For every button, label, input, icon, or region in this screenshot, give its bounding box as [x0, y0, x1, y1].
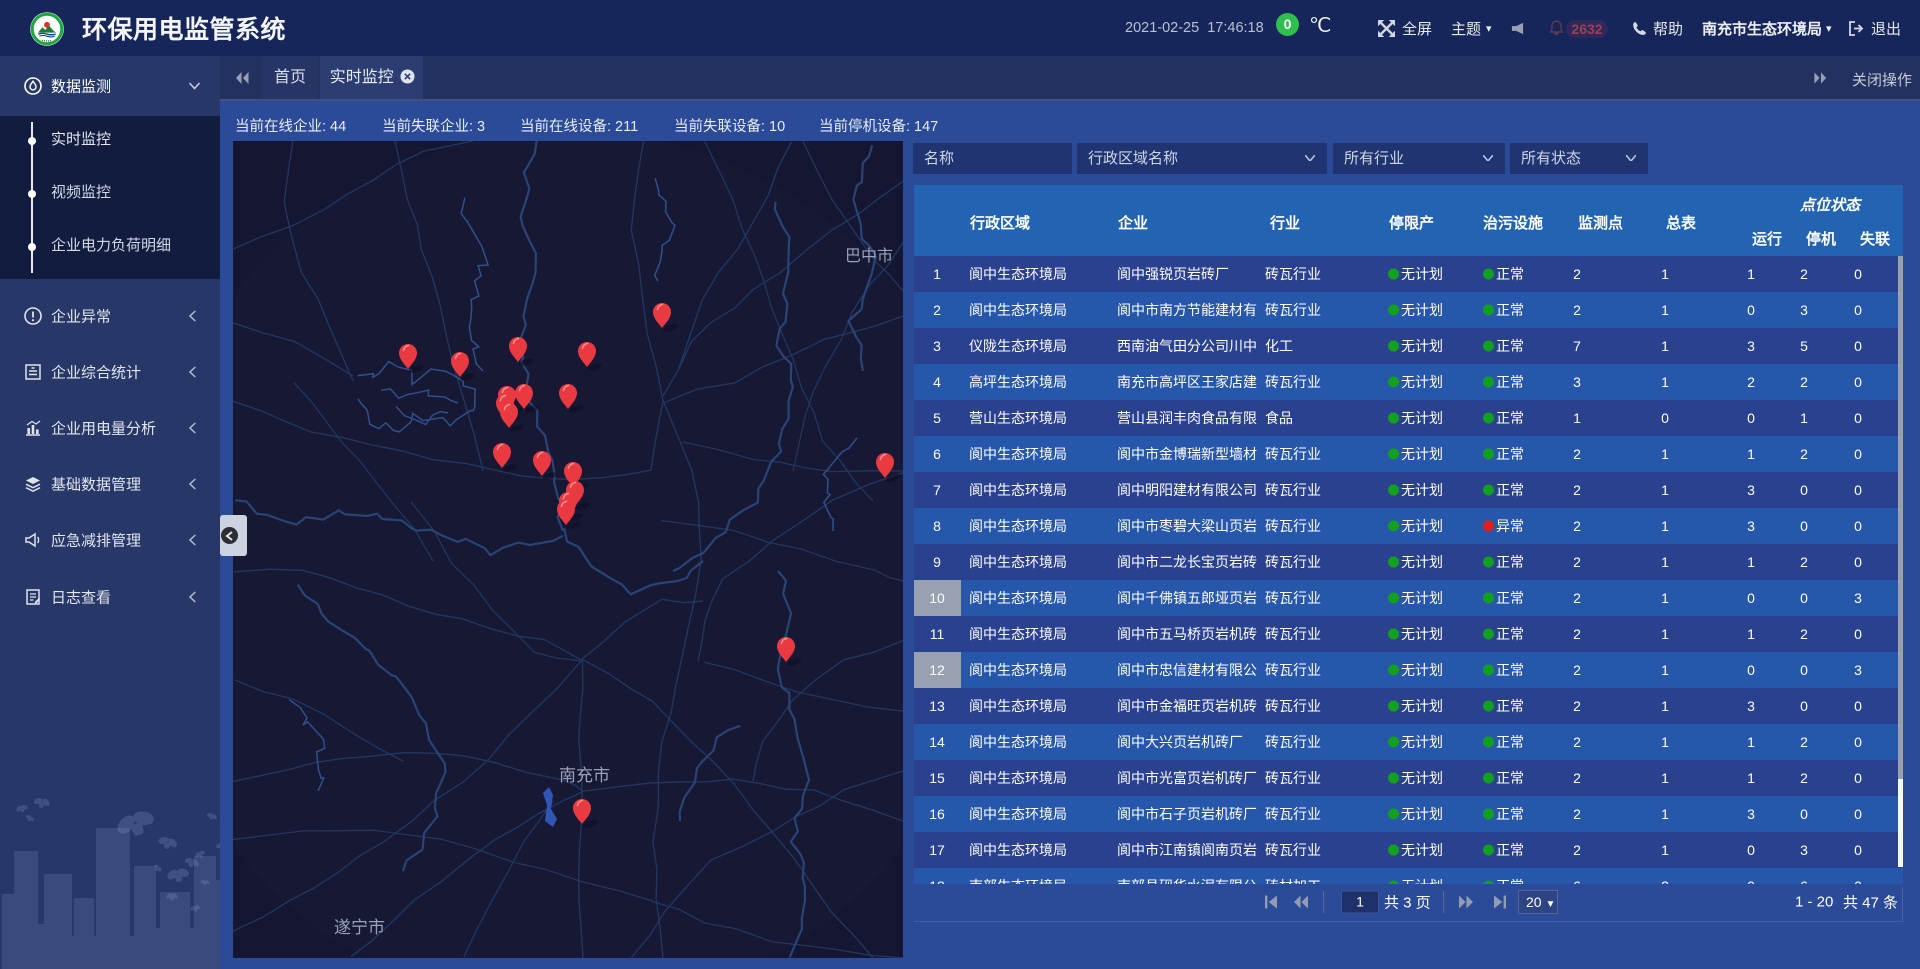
- svg-text:遂宁市: 遂宁市: [334, 918, 385, 937]
- svg-text:南充市: 南充市: [559, 766, 610, 785]
- svg-text:巴中市: 巴中市: [845, 247, 893, 265]
